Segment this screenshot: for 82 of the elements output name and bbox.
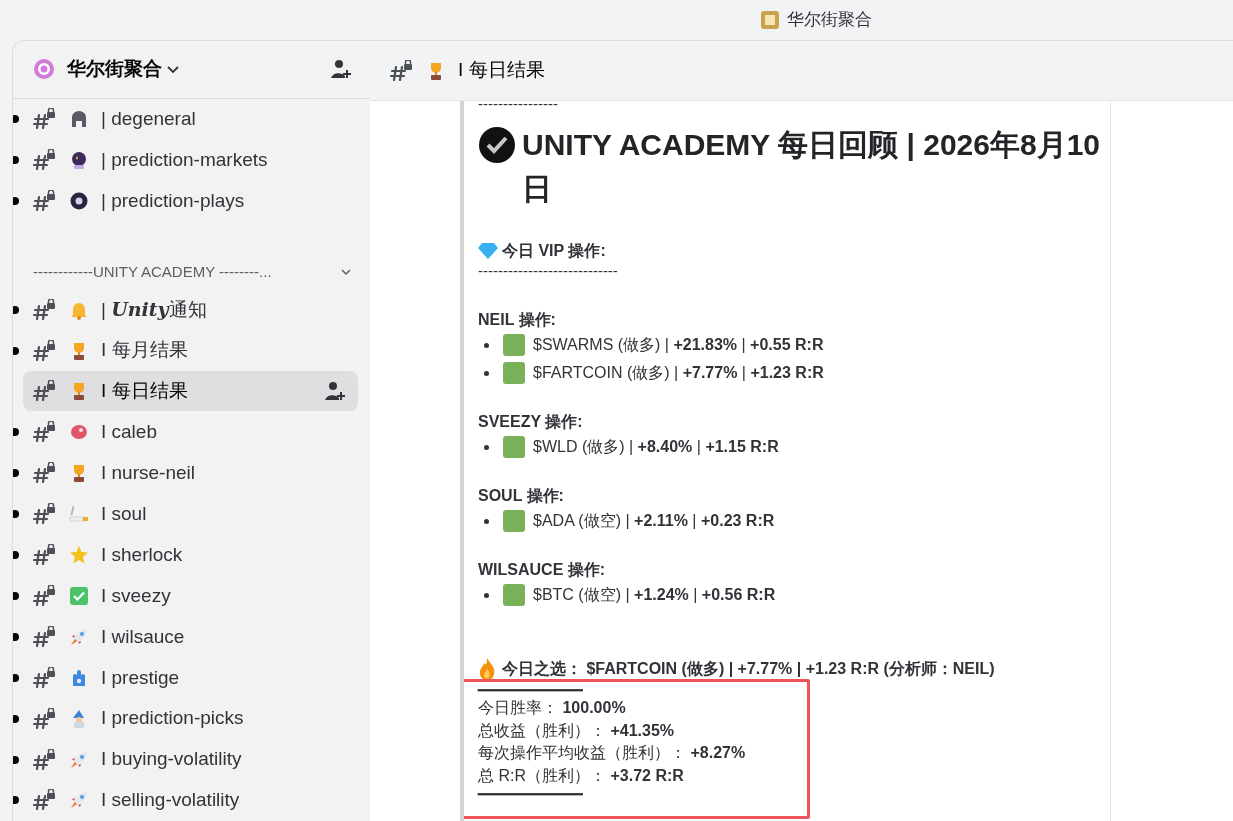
bullet-icon xyxy=(484,444,489,450)
square-icon xyxy=(503,436,525,458)
locked-channel-icon xyxy=(33,707,57,730)
trade-text: $SWARMS (做多) | +21.83% | +0.55 R:R xyxy=(533,335,824,355)
square-icon xyxy=(503,584,525,606)
divider-text: ---------------- xyxy=(478,101,559,109)
check-box-icon xyxy=(69,585,89,606)
trade-text: $FARTCOIN (做多) | +7.77% | +1.23 R:R xyxy=(533,363,824,383)
locked-channel-icon xyxy=(33,748,57,771)
locked-channel-icon xyxy=(33,584,57,607)
locked-channel-icon xyxy=(33,190,57,213)
bullet-icon xyxy=(484,592,489,598)
channel-item[interactable]: I sveezy xyxy=(23,575,358,616)
divider-text: ━━━━━━━━━━━━━━━ xyxy=(478,683,584,697)
trader-heading: WILSAUCE 操作: xyxy=(478,560,607,580)
stat-text: 总 R:R（胜利）： +3.72 R:R xyxy=(478,765,685,786)
channel-item[interactable]: I caleb xyxy=(23,412,358,453)
divider-text: ---------------------------- xyxy=(478,263,619,279)
channel-item[interactable]: I sherlock xyxy=(23,535,358,576)
server-logo-icon xyxy=(33,58,55,81)
channel-item[interactable]: I buying-volatility xyxy=(23,739,358,780)
trader-heading: NEIL 操作: xyxy=(478,310,557,330)
channel-item[interactable]: | prediction-plays xyxy=(23,181,358,222)
cigarette-icon xyxy=(69,504,89,525)
square-icon xyxy=(503,334,525,356)
channel-title: I 每日结果 xyxy=(458,58,545,83)
channel-item[interactable]: I 每月结果 xyxy=(23,330,358,371)
locked-channel-icon xyxy=(33,625,57,648)
add-member-icon[interactable] xyxy=(324,380,346,403)
trader-heading: SOUL 操作: xyxy=(478,486,565,506)
stat-text: 每次操作平均收益（胜利）： +8.27% xyxy=(478,743,747,763)
star-icon xyxy=(69,545,89,566)
channel-item[interactable]: | prediction-markets xyxy=(23,140,358,181)
window-title: 华尔街聚合 xyxy=(787,9,872,32)
trade-text: $WLD (做多) | +8.40% | +1.15 R:R xyxy=(533,437,779,457)
rocket-icon xyxy=(69,790,89,811)
locked-channel-icon xyxy=(33,462,57,485)
bullet-icon xyxy=(484,518,489,524)
daily-pick-text: 今日之选： $FARTCOIN (做多) | +7.77% | +1.23 R:R (分析师：NEIL) xyxy=(502,659,995,679)
channel-item[interactable]: I wilsauce xyxy=(23,616,358,657)
trade-text: $ADA (做空) | +2.11% | +0.23 R:R xyxy=(533,511,775,531)
stat-text: 总收益（胜利）： +41.35% xyxy=(478,720,676,741)
rocket-icon xyxy=(69,626,89,647)
locked-channel-icon xyxy=(33,503,57,526)
locked-channel-icon xyxy=(33,298,57,321)
message-title: UNITY ACADEMY 每日回顾 | 2026年8月10日 xyxy=(522,127,1100,207)
locked-channel-icon xyxy=(33,380,57,403)
locked-channel-icon xyxy=(33,421,57,444)
locked-channel-icon xyxy=(33,149,57,172)
eight-ball-icon xyxy=(69,191,89,212)
check-circle-icon xyxy=(478,126,516,164)
channel-item[interactable]: I prediction-picks xyxy=(23,698,358,739)
locked-channel-icon xyxy=(33,544,57,567)
channel-item[interactable]: | Unity通知 xyxy=(23,289,358,330)
channel-item[interactable]: I prestige xyxy=(23,657,358,698)
channel-item[interactable]: I selling-volatility xyxy=(23,780,358,821)
channel-item[interactable]: I soul xyxy=(23,494,358,535)
square-icon xyxy=(503,510,525,532)
channel-item[interactable]: | degeneral xyxy=(23,99,358,140)
locked-channel-icon xyxy=(390,59,414,82)
square-icon xyxy=(503,362,525,384)
bullet-icon xyxy=(484,370,489,376)
add-member-icon[interactable] xyxy=(330,58,352,81)
diamond-icon xyxy=(478,243,498,259)
locked-channel-icon xyxy=(33,108,57,131)
rocket-icon xyxy=(69,749,89,770)
stat-text: 今日胜率： 100.00% xyxy=(478,698,627,718)
trader-heading: SVEEZY 操作: xyxy=(478,412,584,432)
locked-channel-icon xyxy=(33,666,57,689)
locked-channel-icon xyxy=(33,339,57,362)
locked-channel-icon xyxy=(33,789,57,812)
crystal-ball-icon xyxy=(69,150,89,171)
section-heading: 今日 VIP 操作: xyxy=(502,241,606,261)
bullet-icon xyxy=(484,342,489,348)
category-header[interactable]: ------------UNITY ACADEMY --------... xyxy=(33,260,352,284)
fire-icon xyxy=(478,658,496,680)
channel-item[interactable]: I nurse-neil xyxy=(23,453,358,494)
server-icon xyxy=(761,11,779,29)
server-name-button[interactable]: 华尔街聚合 xyxy=(67,55,180,84)
trade-text: $BTC (做空) | +1.24% | +0.56 R:R xyxy=(533,585,776,605)
divider-text: ━━━━━━━━━━━━━━━ xyxy=(478,787,584,801)
channel-item[interactable]: I 每日结果 xyxy=(23,371,358,412)
